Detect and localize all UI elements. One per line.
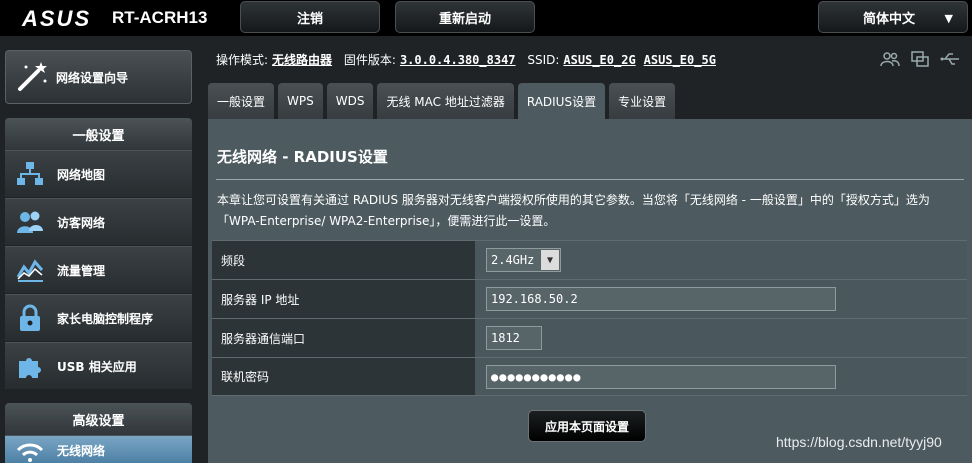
- wifi-icon: [15, 436, 45, 463]
- page-description: 本章让您可设置有关通过 RADIUS 服务器对无线客户端授权所使用的其它参数。当…: [217, 193, 930, 228]
- ssid-5g-link[interactable]: ASUS_E0_5G: [644, 53, 716, 67]
- sidebar-item-usb-apps[interactable]: USB 相关应用: [5, 342, 192, 389]
- firmware-link[interactable]: 3.0.0.4.380_8347: [400, 53, 516, 67]
- puzzle-icon: [15, 351, 45, 381]
- usb-icon[interactable]: [940, 50, 960, 68]
- form-row-secret: 联机密码 ●●●●●●●●●●●: [212, 357, 967, 396]
- network-map-icon: [15, 159, 45, 189]
- sidebar-item-parental-controls[interactable]: 家长电脑控制程序: [5, 294, 192, 341]
- sidebar: 网络设置向导 一般设置 网络地图 访客网络 流量管理 家长电脑控制程序 USB …: [0, 36, 200, 463]
- server-ip-input[interactable]: 192.168.50.2: [486, 287, 836, 311]
- form-row-server-ip: 服务器 IP 地址 192.168.50.2: [212, 279, 967, 318]
- tab-radius[interactable]: RADIUS设置: [517, 83, 606, 119]
- sidebar-item-label: 网络地图: [57, 167, 106, 182]
- language-select[interactable]: 简体中文 ▼: [818, 1, 968, 33]
- sidebar-item-network-map[interactable]: 网络地图: [5, 150, 192, 197]
- status-info-bar: 操作模式: 无线路由器 固件版本: 3.0.0.4.380_8347 SSID: AS…: [216, 51, 724, 68]
- tab-mac-filter[interactable]: 无线 MAC 地址过滤器: [377, 83, 514, 119]
- watermark: https://blog.csdn.net/tyyj90: [776, 434, 942, 450]
- title-divider: [216, 179, 964, 180]
- sidebar-item-wireless[interactable]: 无线网络: [5, 435, 192, 463]
- page-title: 无线网络 - RADIUS设置: [217, 148, 388, 166]
- connection-secret-input[interactable]: ●●●●●●●●●●●: [486, 364, 836, 389]
- form-row-server-port: 服务器通信端口 1812: [212, 318, 967, 357]
- band-label: 频段: [212, 241, 475, 279]
- lock-icon: [15, 303, 45, 333]
- firmware-label: 固件版本:: [343, 53, 396, 67]
- band-select[interactable]: 2.4GHz ▼: [486, 248, 561, 272]
- server-ip-label: 服务器 IP 地址: [212, 280, 475, 318]
- sidebar-item-guest-network[interactable]: 访客网络: [5, 198, 192, 245]
- language-label: 简体中文: [863, 11, 916, 27]
- setup-wizard-button[interactable]: 网络设置向导: [5, 50, 192, 104]
- logout-button[interactable]: 注销: [240, 1, 380, 33]
- form-row-band: 频段 2.4GHz ▼: [212, 240, 967, 279]
- sidebar-item-label: USB 相关应用: [57, 359, 137, 374]
- general-section-heading: 一般设置: [5, 118, 192, 150]
- clients-icon[interactable]: [880, 50, 900, 68]
- copy-icon[interactable]: [910, 50, 930, 68]
- sidebar-item-label: 访客网络: [57, 215, 106, 230]
- advanced-section-heading: 高级设置: [5, 403, 192, 435]
- chevron-down-icon: ▼: [944, 12, 953, 25]
- wizard-label: 网络设置向导: [56, 70, 129, 85]
- sidebar-item-label: 家长电脑控制程序: [57, 311, 154, 326]
- content-panel: 无线网络 - RADIUS设置 本章让您可设置有关通过 RADIUS 服务器对无…: [208, 119, 972, 463]
- tab-wds[interactable]: WDS: [326, 83, 374, 119]
- magic-wand-icon: [14, 59, 50, 95]
- tab-bar: 一般设置 WPS WDS 无线 MAC 地址过滤器 RADIUS设置 专业设置: [208, 83, 676, 119]
- sidebar-item-label: 无线网络: [57, 444, 106, 458]
- guests-icon: [15, 207, 45, 237]
- traffic-chart-icon: [15, 255, 45, 285]
- apply-button[interactable]: 应用本页面设置: [528, 410, 646, 442]
- tab-wps[interactable]: WPS: [278, 83, 323, 119]
- ssid-2g-link[interactable]: ASUS_E0_2G: [563, 53, 635, 67]
- chevron-down-icon: ▼: [541, 250, 559, 270]
- top-bar: ASUS RT-ACRH13 注销 重新启动 简体中文 ▼: [0, 0, 972, 36]
- asus-logo: ASUS: [22, 6, 92, 31]
- router-model: RT-ACRH13: [112, 8, 208, 27]
- radius-settings-form: 频段 2.4GHz ▼ 服务器 IP 地址 192.168.50.2 服务器通信…: [212, 240, 967, 396]
- ssid-label: SSID:: [527, 53, 560, 67]
- tab-general[interactable]: 一般设置: [208, 83, 275, 119]
- reboot-button[interactable]: 重新启动: [395, 1, 535, 33]
- sidebar-item-label: 流量管理: [57, 263, 106, 278]
- server-port-label: 服务器通信端口: [212, 319, 475, 357]
- band-value: 2.4GHz: [491, 253, 535, 267]
- operation-mode-label: 操作模式:: [216, 53, 269, 67]
- status-icons: [880, 50, 960, 68]
- secret-label: 联机密码: [212, 358, 475, 395]
- server-port-input[interactable]: 1812: [486, 326, 542, 350]
- sidebar-item-traffic-manager[interactable]: 流量管理: [5, 246, 192, 293]
- tab-professional[interactable]: 专业设置: [609, 83, 676, 119]
- operation-mode-link[interactable]: 无线路由器: [272, 53, 332, 67]
